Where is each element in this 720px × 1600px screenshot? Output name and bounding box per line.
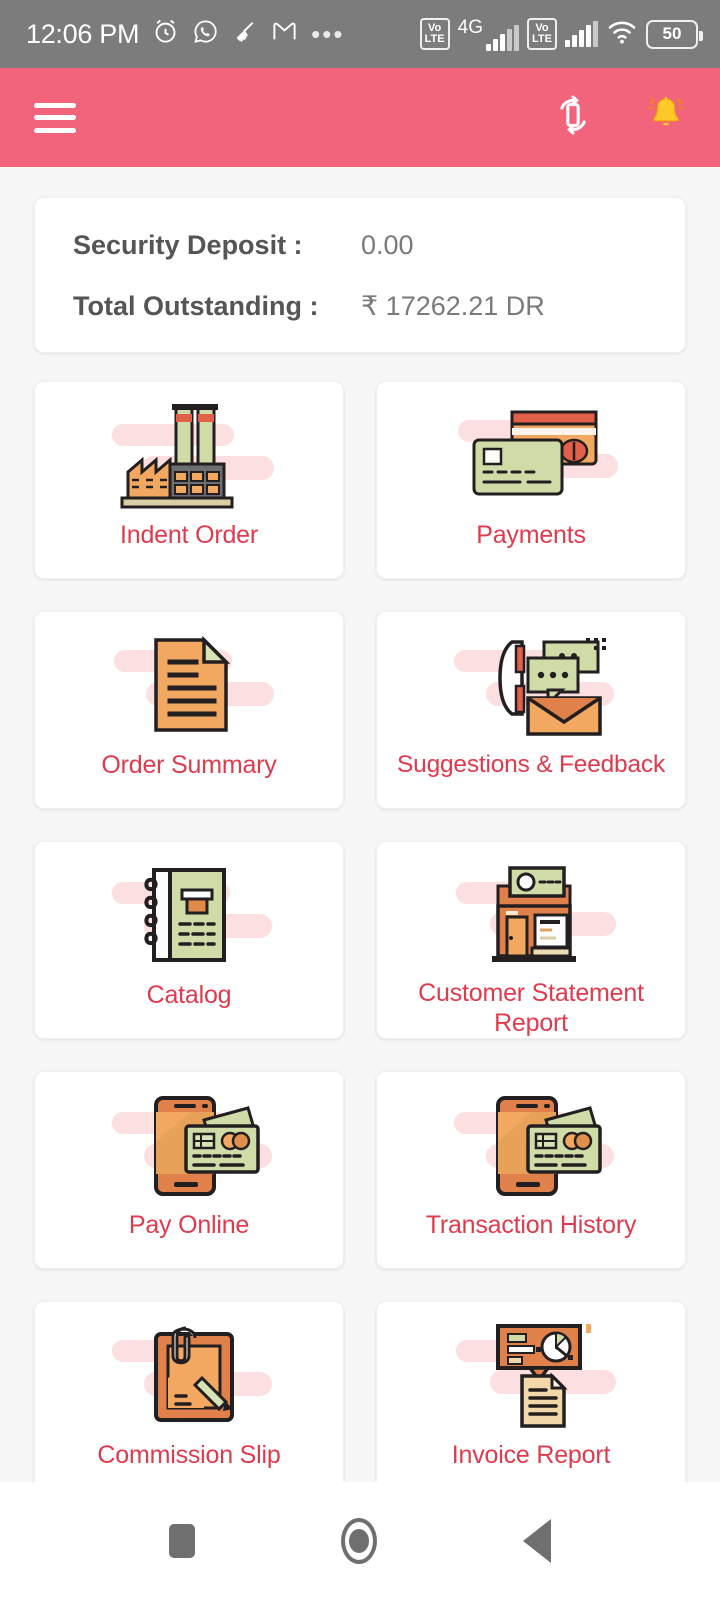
menu-tile-suggestions-feedback[interactable]: Suggestions & Feedback [376,611,686,809]
menu-grid: Indent Order Payments Order Summary Sugg… [34,381,686,1482]
document-icon [35,626,343,748]
status-bar-right: Vo LTE 4G Vo LTE 50 [419,17,703,51]
phone-card-icon [377,1086,685,1208]
menu-tile-label: Catalog [146,981,232,1009]
hamburger-menu-icon[interactable] [34,102,76,133]
notebook-icon [35,856,343,978]
app-bar-actions [550,92,688,143]
menu-tile-label: Suggestions & Feedback [397,751,665,778]
volte-badge-sim1: Vo LTE [419,18,450,50]
main-content: Security Deposit : 0.00 Total Outstandin… [0,167,720,1482]
menu-tile-label: Transaction History [425,1211,637,1239]
volte-line-two-sim2: LTE [532,33,552,45]
summary-row-total-outstanding: Total Outstanding : ₹ 17262.21 DR [73,291,647,322]
status-bar-left: 12:06 PM ••• [26,18,344,50]
battery-indicator: 50 [646,19,703,49]
menu-tile-catalog[interactable]: Catalog [34,841,344,1039]
menu-tile-label: Customer Statement Report [418,979,644,1037]
app-bar [0,68,720,167]
summary-row-security-deposit: Security Deposit : 0.00 [73,230,647,261]
gmail-icon [271,18,298,50]
total-outstanding-label: Total Outstanding : [73,291,319,321]
phone-card-icon [35,1086,343,1208]
total-outstanding-value: ₹ 17262.21 DR [361,291,545,321]
credit-cards-icon [377,396,685,518]
more-dots-icon: ••• [311,19,345,49]
alarm-icon [152,18,179,50]
menu-tile-label: Order Summary [101,751,277,779]
menu-tile-indent-order[interactable]: Indent Order [34,381,344,579]
notification-bell-icon[interactable] [644,93,688,142]
status-bar: 12:06 PM ••• Vo LTE 4G Vo LTE 50 [0,0,720,68]
menu-tile-order-summary[interactable]: Order Summary [34,611,344,809]
phone-chat-mail-icon [377,626,685,748]
account-summary-card: Security Deposit : 0.00 Total Outstandin… [34,197,686,353]
menu-tile-payments[interactable]: Payments [376,381,686,579]
storefront-icon [377,856,685,976]
menu-tile-transaction-history[interactable]: Transaction History [376,1071,686,1269]
home-button[interactable] [341,1518,377,1564]
clipboard-pen-icon [35,1316,343,1438]
battery-level-text: 50 [662,24,682,43]
app-screen: 12:06 PM ••• Vo LTE 4G Vo LTE 50 Securit… [0,0,720,1600]
signal-bars-sim2 [565,21,598,47]
chart-document-icon [377,1316,685,1438]
factory-icon [35,396,343,518]
broom-icon [232,19,258,50]
security-deposit-label: Security Deposit : [73,230,303,260]
whatsapp-icon [192,18,219,50]
volte-badge-sim2: Vo LTE [527,18,557,50]
recents-button[interactable] [169,1524,195,1558]
menu-tile-customer-statement-report[interactable]: Customer Statement Report [376,841,686,1039]
back-button[interactable] [523,1519,551,1563]
signal-bars-sim1 [486,25,519,51]
menu-tile-label: Commission Slip [97,1441,281,1469]
network-type-label: 4G [457,17,483,38]
rotate-device-icon[interactable] [550,92,596,143]
mobile-signal-sim1: 4G [458,17,519,51]
volte-line-two: LTE [424,33,445,45]
wifi-icon [606,18,638,51]
security-deposit-value: 0.00 [361,230,414,260]
menu-tile-label: Indent Order [120,521,258,549]
menu-tile-label: Invoice Report [451,1441,611,1469]
system-navigation-bar [0,1482,720,1600]
menu-tile-label: Payments [476,521,586,549]
menu-tile-invoice-report[interactable]: Invoice Report [376,1301,686,1482]
status-time: 12:06 PM [26,18,140,49]
menu-tile-commission-slip[interactable]: Commission Slip [34,1301,344,1482]
menu-tile-label: Pay Online [128,1211,250,1239]
menu-tile-pay-online[interactable]: Pay Online [34,1071,344,1269]
